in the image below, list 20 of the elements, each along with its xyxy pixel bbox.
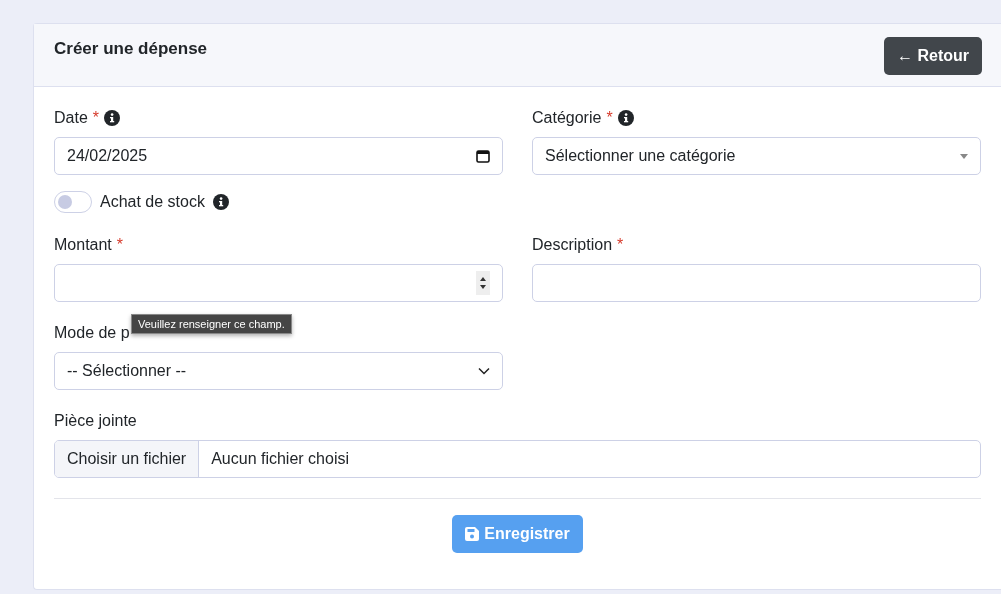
validation-tooltip: Veuillez renseigner ce champ. [131,314,292,334]
category-select[interactable]: Sélectionner une catégorie [532,137,981,175]
payment-select[interactable]: -- Sélectionner -- [54,352,503,390]
field-label: Achat de stock [100,193,205,211]
field-label: Pièce jointe [54,412,137,430]
required-asterisk: * [92,109,100,127]
file-status: Aucun fichier choisi [210,449,350,469]
field-label: Date [54,109,88,127]
required-asterisk: * [116,236,124,254]
page-title: Créer une dépense [54,39,208,59]
back-button[interactable]: ← Retour [884,37,982,75]
date-field[interactable]: 24/02/2025 [54,137,503,175]
file-field[interactable]: Choisir un fichier Aucun fichier choisi [54,440,981,478]
field-label: Mode de p [54,324,130,342]
choose-file-button[interactable]: Choisir un fichier [55,441,200,477]
required-asterisk: * [617,236,624,254]
field-label: Catégorie [532,109,602,127]
required-asterisk: * [606,109,613,127]
field-label: Description [532,236,613,254]
field-label: Montant [54,236,112,254]
